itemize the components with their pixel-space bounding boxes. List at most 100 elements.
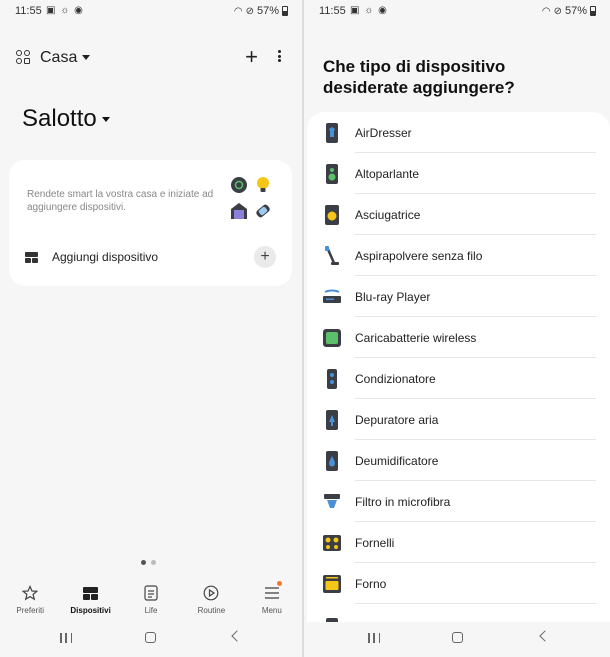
add-device-row[interactable]: Aggiungi dispositivo + (25, 246, 276, 268)
device-type-list[interactable]: AirDresser Altoparlante Asciugatrice Asp… (307, 112, 610, 622)
nav-life[interactable]: Life (121, 578, 181, 618)
location-icon (16, 50, 32, 66)
list-item-label: Caricabatterie wireless (355, 331, 477, 345)
list-item-label: Depuratore aria (355, 413, 439, 427)
status-right: ◠ ⊘ 57% (234, 5, 288, 17)
page-dot (151, 560, 156, 565)
wireless-charger-icon (323, 329, 341, 347)
add-device-type-screen: 11:55 ▣ ☼ ◉ ◠ ⊘ 57% Che tipo di disposit… (304, 0, 610, 657)
page-indicator (141, 560, 156, 565)
bluray-icon (323, 289, 341, 303)
wifi-icon: ◠ (541, 5, 551, 17)
nav-routine[interactable]: Routine (181, 578, 241, 618)
list-item-depuratore[interactable]: Depuratore aria (307, 399, 610, 440)
status-time: 11:55 (15, 5, 42, 17)
stick-vacuum-icon (325, 246, 339, 265)
smartthings-home-screen: 11:55 ▣ ☼ ◉ ◠ ⊘ 57% Casa + Salotto Rende… (0, 0, 302, 657)
dehumidifier-icon (326, 451, 338, 471)
list-item-caricabatterie[interactable]: Caricabatterie wireless (307, 317, 610, 358)
home-button[interactable] (452, 632, 463, 643)
empty-devices-card: Rendete smart la vostra casa e iniziate … (9, 160, 292, 286)
routine-icon (204, 585, 219, 601)
bulb-icon (257, 177, 269, 192)
dnd-icon: ⊘ (553, 5, 562, 17)
list-item-bluray[interactable]: Blu-ray Player (307, 276, 610, 317)
sensor-icon (256, 204, 270, 218)
oven-icon (323, 575, 341, 593)
list-item-label: AirDresser (355, 126, 412, 140)
list-item-label: Filtro in microfibra (355, 495, 451, 509)
system-navigation-bar (304, 628, 610, 650)
nav-label: Routine (197, 606, 226, 615)
dryer-icon (325, 205, 339, 225)
home-button[interactable] (145, 632, 156, 643)
menu-icon (264, 587, 279, 599)
home-topbar: Casa + (16, 44, 286, 72)
list-item-deumidificatore[interactable]: Deumidificatore (307, 440, 610, 481)
add-device-label: Aggiungi dispositivo (52, 250, 159, 264)
list-item-label: Aspirapolvere senza filo (355, 249, 483, 263)
list-item-condizionatore[interactable]: Condizionatore (307, 358, 610, 399)
bottom-navigation: Preferiti Dispositivi Life Routine Menu (0, 578, 302, 618)
recents-button[interactable] (368, 633, 380, 643)
list-item-aspirapolvere[interactable]: Aspirapolvere senza filo (307, 235, 610, 276)
nav-label: Dispositivi (70, 606, 111, 615)
cooktop-icon (323, 535, 341, 551)
list-item-label: Forno (355, 577, 387, 591)
back-button[interactable] (231, 630, 243, 642)
list-item-asciugatrice[interactable]: Asciugatrice (307, 194, 610, 235)
airdresser-icon (326, 123, 338, 143)
status-notification-icons: ▣ ☼ ◉ (350, 5, 388, 16)
life-icon (144, 585, 158, 601)
chevron-down-icon (82, 55, 91, 61)
list-item-partial[interactable] (307, 604, 610, 622)
recents-button[interactable] (60, 633, 72, 643)
list-item-forno[interactable]: Forno (307, 563, 610, 604)
battery-icon (590, 6, 596, 16)
nav-preferiti[interactable]: Preferiti (0, 578, 60, 618)
list-item-label: Asciugatrice (355, 208, 421, 222)
back-button[interactable] (539, 630, 551, 642)
status-right: ◠ ⊘ 57% (542, 5, 596, 17)
status-bar: 11:55 ▣ ☼ ◉ ◠ ⊘ 57% (304, 0, 610, 24)
list-item-filtro[interactable]: Filtro in microfibra (307, 481, 610, 522)
dnd-icon: ⊘ (245, 5, 254, 17)
page-dot (141, 560, 146, 565)
page-title: Che tipo di dispositivo desiderate aggiu… (323, 57, 515, 97)
list-item-fornelli[interactable]: Fornelli (307, 522, 610, 563)
chevron-down-icon (101, 117, 110, 123)
list-item-label: Condizionatore (355, 372, 436, 386)
status-notification-icons: ▣ ☼ ◉ (46, 5, 84, 16)
list-item-label: Blu-ray Player (355, 290, 431, 304)
star-icon (22, 585, 39, 601)
system-navigation-bar (0, 628, 302, 650)
device-illustration (226, 174, 276, 224)
list-item-airdresser[interactable]: AirDresser (307, 112, 610, 153)
home-title: Casa (40, 49, 78, 66)
nav-label: Menu (261, 606, 282, 615)
appliance-icon (326, 618, 338, 622)
speaker-icon (326, 164, 338, 184)
empty-devices-description: Rendete smart la vostra casa e iniziate … (27, 189, 214, 213)
room-selector[interactable]: Salotto (22, 105, 110, 133)
air-conditioner-icon (327, 369, 337, 389)
nav-label: Life (144, 606, 158, 615)
list-item-altoparlante[interactable]: Altoparlante (307, 153, 610, 194)
list-item-label: Fornelli (355, 536, 395, 550)
nav-dispositivi[interactable]: Dispositivi (60, 578, 120, 618)
status-bar: 11:55 ▣ ☼ ◉ ◠ ⊘ 57% (0, 0, 302, 24)
nav-menu[interactable]: Menu (242, 578, 302, 618)
devices-icon (83, 586, 99, 600)
microfiber-filter-icon (324, 494, 340, 508)
air-purifier-icon (326, 410, 338, 430)
nav-label: Preferiti (16, 606, 44, 615)
add-device-button[interactable]: + (254, 246, 276, 268)
more-options-button[interactable] (274, 47, 284, 65)
home-selector[interactable]: Casa (40, 49, 91, 67)
room-title: Salotto (22, 105, 97, 132)
status-time: 11:55 (319, 5, 346, 17)
battery-percent: 57% (256, 5, 279, 17)
add-button[interactable]: + (245, 46, 258, 68)
battery-percent: 57% (564, 5, 587, 17)
notification-badge (276, 581, 282, 586)
